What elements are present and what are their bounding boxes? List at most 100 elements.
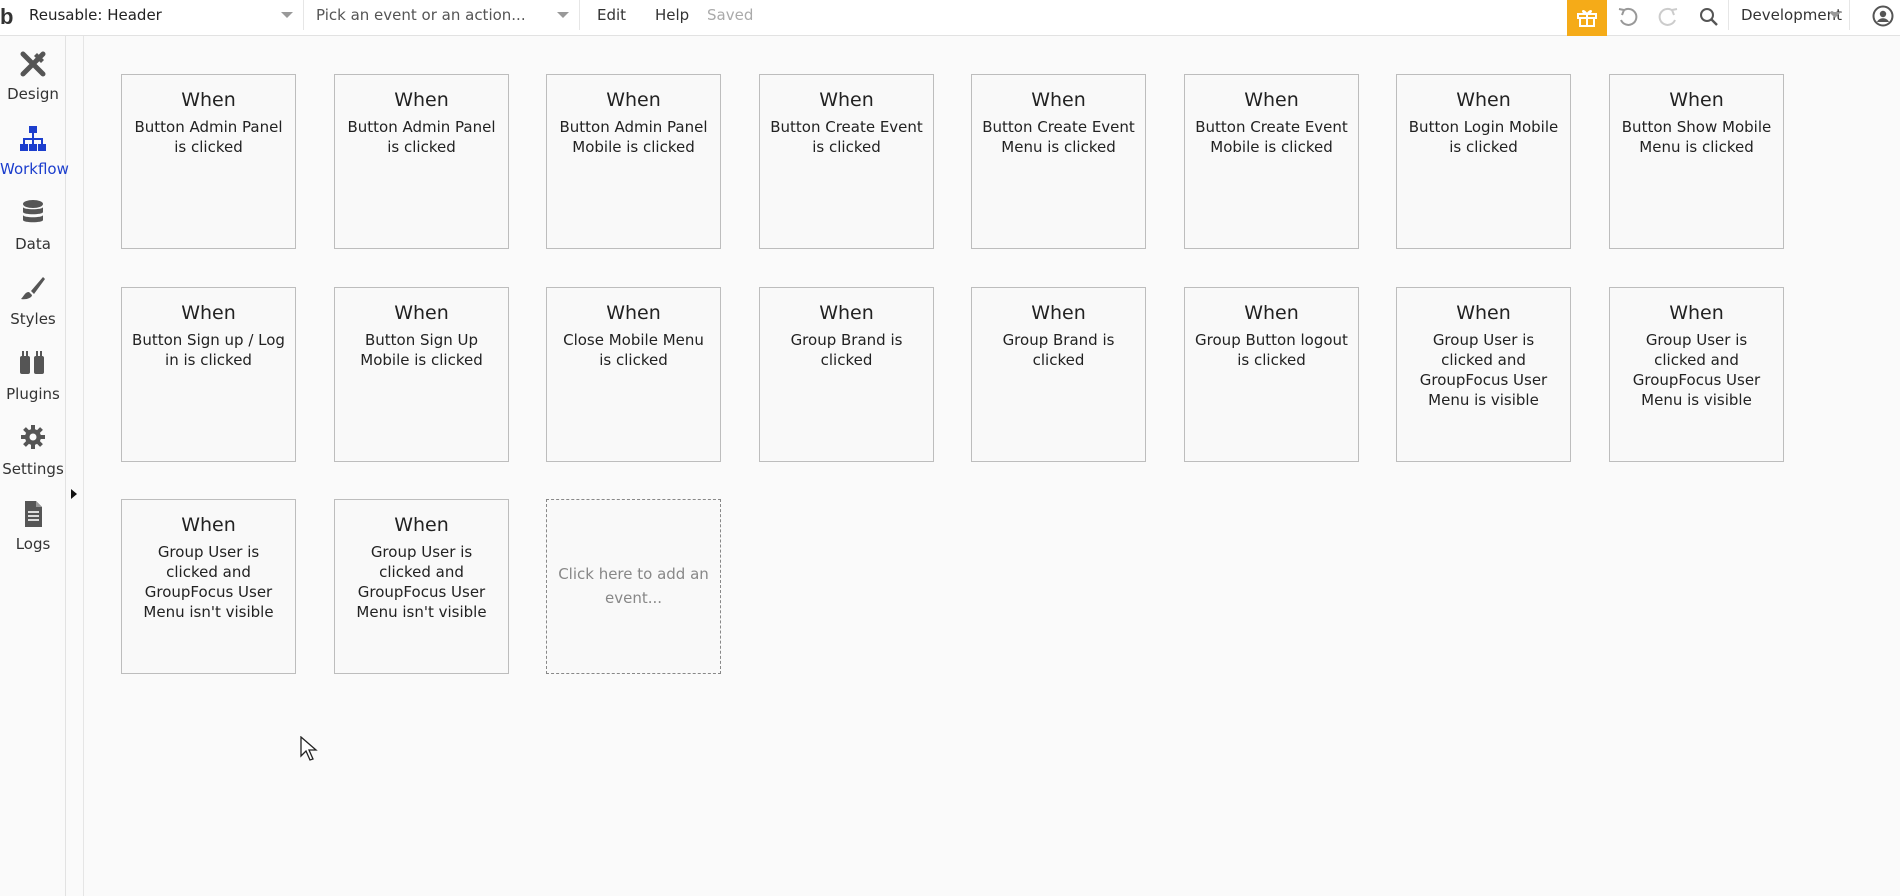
- event-description: Button Create Event Menu is clicked: [982, 118, 1135, 156]
- when-label: When: [1244, 302, 1299, 324]
- event-description: Group Brand is clicked: [1002, 331, 1115, 369]
- event-card[interactable]: When Group Brand is clicked: [971, 287, 1146, 462]
- page-selector[interactable]: Reusable: Header: [22, 0, 304, 30]
- when-label: When: [1244, 89, 1299, 111]
- top-bar: b Reusable: Header Pick an event or an a…: [0, 0, 1900, 36]
- event-card[interactable]: When Button Show Mobile Menu is clicked: [1609, 74, 1784, 249]
- event-card[interactable]: When Button Login Mobile is clicked: [1396, 74, 1571, 249]
- chevron-down-icon: [557, 12, 569, 18]
- event-description: Close Mobile Menu is clicked: [563, 331, 704, 369]
- event-description: Group User is clicked and GroupFocus Use…: [1419, 331, 1548, 409]
- when-label: When: [1456, 302, 1511, 324]
- add-event-label: Click here to add an event...: [558, 565, 709, 607]
- document-icon: [25, 501, 42, 527]
- event-card[interactable]: When Button Create Event Mobile is click…: [1184, 74, 1359, 249]
- event-description: Group User is clicked and GroupFocus Use…: [143, 543, 274, 621]
- when-label: When: [1456, 89, 1511, 111]
- event-description: Group Brand is clicked: [790, 331, 903, 369]
- event-card[interactable]: When Group User is clicked and GroupFocu…: [334, 499, 509, 674]
- event-description: Group Button logout is clicked: [1195, 331, 1348, 369]
- chevron-down-icon: [281, 12, 293, 18]
- when-label: When: [394, 302, 449, 324]
- event-card[interactable]: When Group User is clicked and GroupFocu…: [121, 499, 296, 674]
- when-label: When: [819, 89, 874, 111]
- search-icon[interactable]: [1696, 4, 1722, 30]
- event-card[interactable]: When Button Sign Up Mobile is clicked: [334, 287, 509, 462]
- event-card[interactable]: When Button Sign up / Log in is clicked: [121, 287, 296, 462]
- tab-label: Settings: [2, 460, 64, 478]
- event-card[interactable]: When Group Brand is clicked: [759, 287, 934, 462]
- save-status: Saved: [707, 6, 754, 24]
- design-icon: [20, 51, 46, 77]
- tab-settings[interactable]: Settings: [0, 411, 66, 486]
- tab-plugins[interactable]: Plugins: [0, 336, 66, 411]
- add-event-button[interactable]: Click here to add an event...: [546, 499, 721, 674]
- when-label: When: [1031, 302, 1086, 324]
- gift-button[interactable]: [1567, 0, 1607, 36]
- plug-icon: [20, 351, 44, 374]
- when-label: When: [606, 302, 661, 324]
- when-label: When: [181, 514, 236, 536]
- when-label: When: [819, 302, 874, 324]
- tab-styles[interactable]: Styles: [0, 261, 66, 336]
- bubble-logo[interactable]: b: [0, 4, 18, 30]
- chevron-down-icon: [1829, 12, 1841, 18]
- canvas-divider: [83, 36, 84, 896]
- gear-icon: [21, 425, 45, 449]
- event-card[interactable]: When Button Admin Panel is clicked: [121, 74, 296, 249]
- tab-workflow[interactable]: Workflow: [0, 111, 69, 186]
- sidebar: Design Workflow Data Styles Plugins Sett…: [0, 36, 69, 896]
- when-label: When: [181, 89, 236, 111]
- tab-logs[interactable]: Logs: [0, 486, 66, 561]
- event-description: Button Create Event Mobile is clicked: [1195, 118, 1348, 156]
- database-icon: [23, 200, 43, 223]
- event-card[interactable]: When Group Button logout is clicked: [1184, 287, 1359, 462]
- tab-data[interactable]: Data: [0, 186, 66, 261]
- tab-label: Logs: [15, 535, 51, 553]
- event-card[interactable]: When Button Create Event Menu is clicked: [971, 74, 1146, 249]
- tab-label: Design: [7, 85, 59, 103]
- brush-icon: [21, 277, 45, 300]
- event-description: Button Admin Panel is clicked: [134, 118, 283, 156]
- event-description: Button Show Mobile Menu is clicked: [1621, 118, 1772, 156]
- environment-label: Development: [1741, 6, 1842, 24]
- tab-label: Plugins: [6, 385, 60, 403]
- event-card[interactable]: When Button Create Event is clicked: [759, 74, 934, 249]
- event-description: Button Create Event is clicked: [770, 118, 923, 156]
- when-label: When: [606, 89, 661, 111]
- user-icon[interactable]: [1872, 5, 1894, 27]
- event-description: Group User is clicked and GroupFocus Use…: [356, 543, 487, 621]
- help-menu[interactable]: Help: [655, 0, 689, 30]
- workflow-icon: [20, 126, 46, 151]
- when-label: When: [394, 514, 449, 536]
- when-label: When: [1669, 89, 1724, 111]
- redo-icon[interactable]: [1655, 4, 1681, 30]
- event-action-search[interactable]: Pick an event or an action...: [306, 0, 580, 30]
- event-action-placeholder: Pick an event or an action...: [316, 6, 526, 24]
- event-description: Button Admin Panel is clicked: [347, 118, 496, 156]
- when-label: When: [394, 89, 449, 111]
- event-description: Group User is clicked and GroupFocus Use…: [1632, 331, 1761, 409]
- event-card[interactable]: When Close Mobile Menu is clicked: [546, 287, 721, 462]
- event-description: Button Sign Up Mobile is clicked: [360, 331, 483, 369]
- when-label: When: [1031, 89, 1086, 111]
- edit-menu[interactable]: Edit: [597, 0, 626, 30]
- event-card[interactable]: When Group User is clicked and GroupFocu…: [1609, 287, 1784, 462]
- tab-label: Styles: [10, 310, 56, 328]
- gift-icon: [1577, 10, 1597, 27]
- tab-label: Workflow: [0, 160, 69, 178]
- event-card[interactable]: When Button Admin Panel Mobile is clicke…: [546, 74, 721, 249]
- environment-selector[interactable]: Development: [1728, 0, 1850, 30]
- when-label: When: [1669, 302, 1724, 324]
- event-description: Button Sign up / Log in is clicked: [132, 331, 285, 369]
- event-card[interactable]: When Group User is clicked and GroupFocu…: [1396, 287, 1571, 462]
- page-selector-label: Reusable: Header: [29, 6, 162, 24]
- undo-icon[interactable]: [1615, 4, 1641, 30]
- event-description: Button Login Mobile is clicked: [1408, 118, 1559, 156]
- tab-label: Data: [15, 235, 51, 253]
- tab-design[interactable]: Design: [0, 36, 66, 111]
- mouse-cursor-icon: [300, 736, 318, 761]
- when-label: When: [181, 302, 236, 324]
- event-card[interactable]: When Button Admin Panel is clicked: [334, 74, 509, 249]
- expand-panel-arrow-icon[interactable]: [71, 489, 77, 499]
